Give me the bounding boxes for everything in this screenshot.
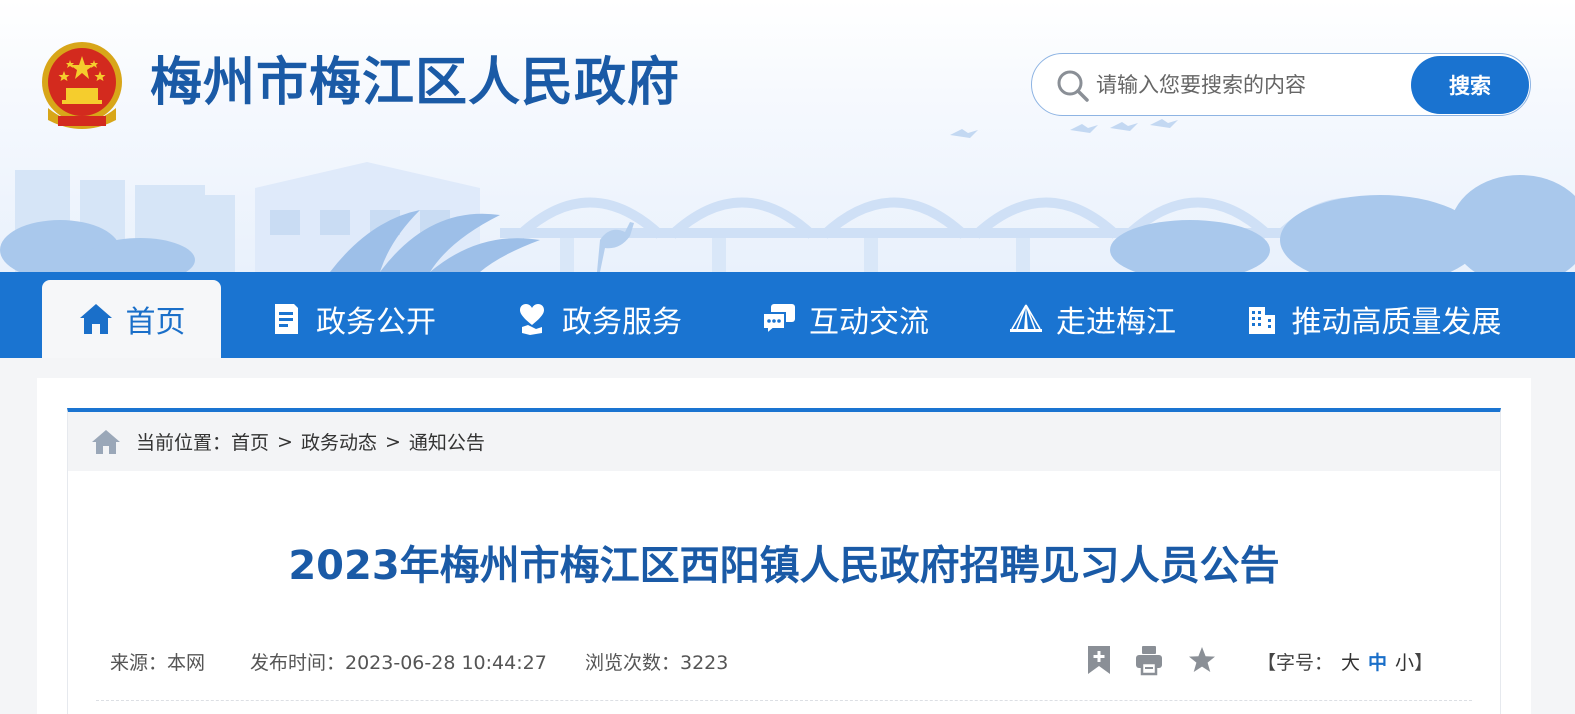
print-icon[interactable] (1134, 644, 1164, 676)
font-size-medium[interactable]: 中 (1368, 652, 1387, 674)
home-icon (92, 429, 120, 454)
article-publish-time: 发布时间：2023-06-28 10:44:27 (250, 652, 547, 674)
city-skyline-illustration (0, 119, 1575, 272)
heart-hand-icon (520, 304, 544, 335)
national-emblem-logo (42, 42, 122, 129)
nav-label: 互动交流 (809, 305, 929, 340)
search-box: 搜索 (1031, 53, 1531, 116)
nav-item-interaction[interactable]: 互动交流 (755, 280, 935, 358)
breadcrumb-home-link[interactable]: 首页 (231, 428, 269, 455)
article-source: 来源：本网 (110, 652, 206, 674)
font-size-small[interactable]: 小 (1395, 652, 1414, 674)
document-icon (275, 304, 298, 334)
breadcrumb-notice-link[interactable]: 通知公告 (409, 428, 485, 455)
bridge-icon (1010, 303, 1042, 332)
search-icon (1057, 70, 1089, 102)
font-size-label: 【字号： (1257, 652, 1334, 674)
star-icon[interactable] (1187, 644, 1217, 676)
nav-label: 首页 (125, 305, 186, 340)
font-size-large[interactable]: 大 (1341, 652, 1360, 674)
nav-label: 走进梅江 (1056, 305, 1176, 340)
nav-item-high-quality-development[interactable]: 推动高质量发展 (1240, 280, 1505, 358)
main-nav: 首页 政务公开 政务服务 互动交流 走进梅江 推动高质量发展 (0, 272, 1575, 358)
font-size-bracket: 】 (1414, 652, 1434, 674)
nav-label: 政务服务 (562, 305, 682, 340)
breadcrumb-separator: > (384, 430, 401, 453)
article-view-count: 浏览次数：3223 (585, 652, 729, 674)
breadcrumb: 当前位置： 首页 > 政务动态 > 通知公告 (68, 412, 1500, 471)
nav-label: 推动高质量发展 (1291, 305, 1502, 340)
breadcrumb-separator: > (277, 430, 293, 453)
meta-divider (96, 700, 1472, 701)
site-header: 梅州市梅江区人民政府 搜索 (0, 0, 1575, 272)
article-title: 2023年梅州市梅江区西阳镇人民政府招聘见习人员公告 (288, 543, 1280, 589)
home-icon (79, 304, 112, 334)
font-size-switcher: 【字号： 大中小】 (1257, 648, 1433, 675)
site-title: 梅州市梅江区人民政府 (150, 53, 681, 113)
nav-item-government-services[interactable]: 政务服务 (508, 280, 688, 358)
chat-icon (762, 304, 795, 337)
nav-item-about-meijiang[interactable]: 走进梅江 (1002, 280, 1182, 358)
search-button[interactable]: 搜索 (1411, 56, 1529, 114)
breadcrumb-prefix: 当前位置： (136, 432, 232, 454)
search-input[interactable] (1096, 66, 1396, 104)
nav-label: 政务公开 (316, 305, 436, 340)
building-icon (1248, 307, 1275, 334)
bookmark-icon[interactable] (1084, 644, 1114, 676)
breadcrumb-news-link[interactable]: 政务动态 (301, 428, 377, 455)
nav-item-home[interactable]: 首页 (42, 280, 221, 358)
nav-item-government-affairs[interactable]: 政务公开 (262, 280, 442, 358)
